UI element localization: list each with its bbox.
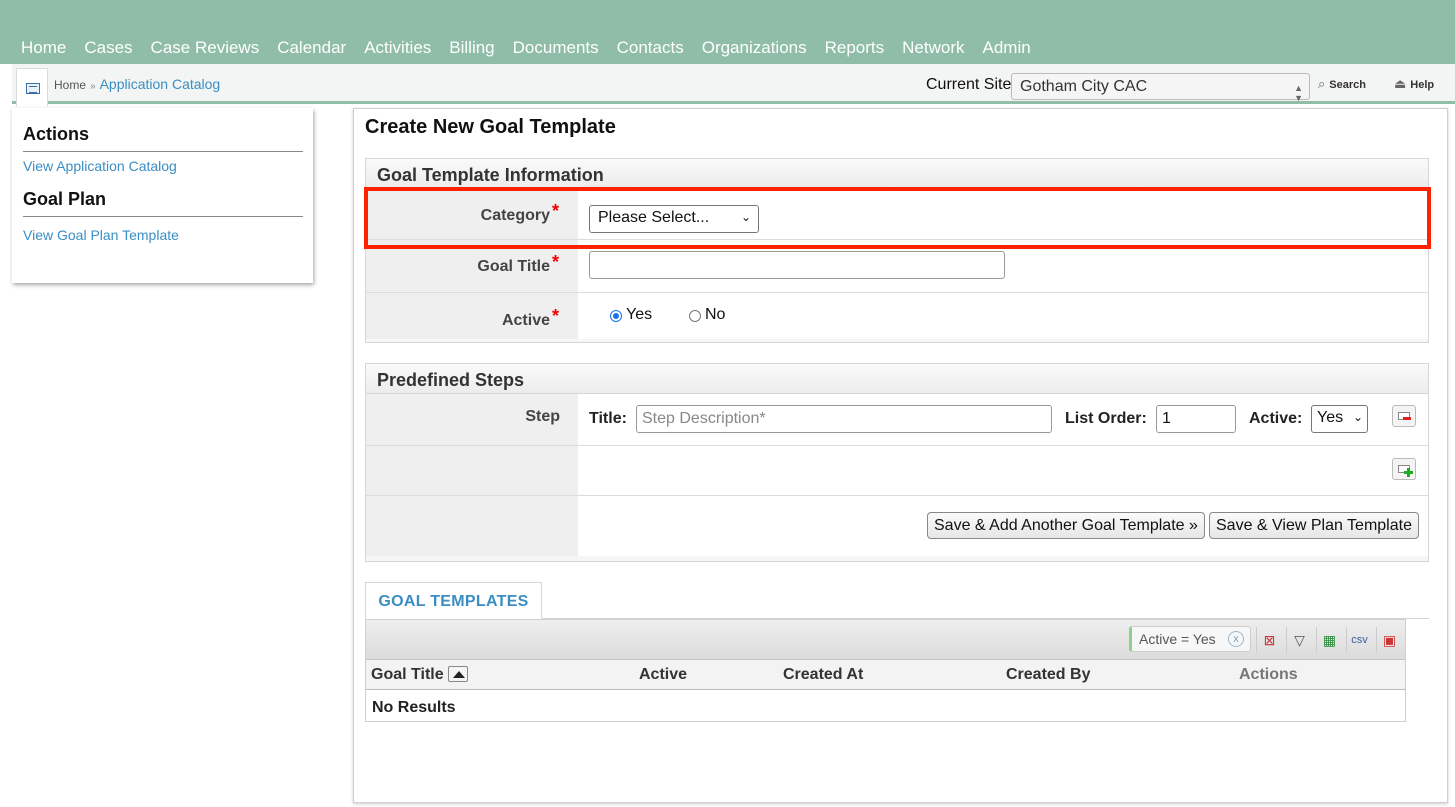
nav-organizations[interactable]: Organizations: [702, 38, 807, 58]
breadcrumb-separator: »: [90, 81, 96, 92]
help-icon: ⏏: [1394, 76, 1407, 91]
category-row: Category * Please Select... ⌄: [366, 189, 1428, 240]
column-goal-title[interactable]: Goal Title: [371, 665, 468, 684]
step-description-input[interactable]: Step Description*: [636, 405, 1052, 433]
window-icon: [26, 83, 40, 94]
no-results-message: No Results: [372, 699, 456, 716]
nav-contacts[interactable]: Contacts: [617, 38, 684, 58]
chevron-down-icon: ⌄: [1352, 410, 1363, 424]
add-step-row: [366, 446, 1428, 496]
search-icon: ⌕: [1318, 76, 1326, 91]
goal-template-information-section: Goal Template Information Category * Plea…: [365, 158, 1429, 343]
current-site-value: Gotham City CAC: [1020, 78, 1148, 95]
step-active-select[interactable]: Yes ⌄: [1311, 405, 1368, 433]
excel-export-icon[interactable]: ▦: [1316, 627, 1342, 653]
save-buttons-row: Save & Add Another Goal Template » Save …: [366, 496, 1428, 556]
view-goal-plan-template-link[interactable]: View Goal Plan Template: [23, 227, 179, 243]
breadcrumb-home[interactable]: Home: [54, 78, 86, 92]
help-link[interactable]: ⏏ Help: [1394, 76, 1434, 92]
goal-title-row: Goal Title *: [366, 240, 1428, 293]
required-marker: *: [551, 252, 559, 272]
column-created-by[interactable]: Created By: [1006, 666, 1090, 684]
breadcrumb-application-catalog[interactable]: Application Catalog: [100, 76, 221, 92]
step-active-label: Active:: [1249, 410, 1303, 427]
column-created-at[interactable]: Created At: [783, 666, 863, 684]
search-label: Search: [1329, 79, 1366, 91]
main-panel: Create New Goal Template Goal Template I…: [353, 108, 1448, 803]
nav-activities[interactable]: Activities: [364, 38, 431, 58]
actions-heading: Actions: [23, 124, 303, 152]
list-order-input[interactable]: 1: [1156, 405, 1236, 433]
nav-reports[interactable]: Reports: [825, 38, 885, 58]
current-site-label: Current Site: [926, 76, 1012, 93]
sidebar: Actions View Application Catalog Goal Pl…: [12, 108, 313, 283]
remove-filter-icon[interactable]: x: [1228, 631, 1244, 647]
grid-toolbar: Active = Yes x ⊠ ▽ ▦ csv ▣: [366, 620, 1405, 660]
category-value: Please Select...: [598, 209, 710, 226]
main-menu: Home Cases Case Reviews Calendar Activit…: [21, 38, 1049, 58]
search-link[interactable]: ⌕ Search: [1318, 76, 1366, 92]
step-title-label: Title:: [589, 410, 627, 427]
active-yes-radio[interactable]: [610, 310, 622, 322]
required-marker: *: [551, 201, 559, 221]
goal-templates-grid: Active = Yes x ⊠ ▽ ▦ csv ▣ Goal Title Ac…: [365, 619, 1406, 722]
step-active-value: Yes: [1317, 409, 1344, 426]
filter-chip-label: Active = Yes: [1139, 631, 1216, 647]
nav-cases[interactable]: Cases: [84, 38, 132, 58]
step-row: Step Title: Step Description* List Order…: [366, 394, 1428, 446]
view-application-catalog-link[interactable]: View Application Catalog: [23, 158, 177, 174]
breadcrumb-bar: Home » Application Catalog Current Site Go…: [12, 64, 1455, 106]
nav-calendar[interactable]: Calendar: [277, 38, 346, 58]
nav-billing[interactable]: Billing: [449, 38, 494, 58]
nav-network[interactable]: Network: [902, 38, 964, 58]
active-label: Active: [501, 312, 550, 329]
nav-admin[interactable]: Admin: [983, 38, 1031, 58]
category-select[interactable]: Please Select... ⌄: [589, 205, 759, 233]
goal-template-information-heading: Goal Template Information: [366, 159, 1428, 189]
predefined-steps-section: Predefined Steps Step Title: Step Descri…: [365, 363, 1429, 562]
breadcrumb: Home » Application Catalog: [54, 76, 220, 92]
remove-step-button[interactable]: [1392, 405, 1416, 427]
goal-plan-heading: Goal Plan: [23, 189, 303, 217]
pdf-export-icon[interactable]: ▣: [1376, 627, 1402, 653]
add-step-button[interactable]: [1392, 458, 1416, 480]
catalog-icon[interactable]: [16, 68, 48, 106]
goal-title-input[interactable]: [589, 251, 1005, 279]
nav-case-reviews[interactable]: Case Reviews: [151, 38, 260, 58]
goal-title-label: Goal Title: [477, 258, 550, 275]
help-label: Help: [1410, 79, 1435, 91]
list-order-label: List Order:: [1065, 410, 1147, 427]
nav-documents[interactable]: Documents: [513, 38, 599, 58]
active-yes-label[interactable]: Yes: [626, 306, 652, 324]
step-label: Step: [525, 408, 560, 425]
category-label: Category: [480, 207, 550, 224]
column-active[interactable]: Active: [639, 666, 687, 684]
csv-export-icon[interactable]: csv: [1346, 627, 1372, 653]
active-no-radio[interactable]: [689, 310, 701, 322]
save-view-plan-template-button[interactable]: Save & View Plan Template: [1209, 512, 1419, 539]
active-no-label[interactable]: No: [705, 306, 725, 324]
nav-home[interactable]: Home: [21, 38, 66, 58]
top-nav-bar: Home Cases Case Reviews Calendar Activit…: [0, 0, 1455, 64]
page-title: Create New Goal Template: [365, 116, 616, 138]
save-add-another-button[interactable]: Save & Add Another Goal Template »: [927, 512, 1205, 539]
chevron-down-icon: ⌄: [740, 210, 751, 224]
tab-goal-templates[interactable]: GOAL TEMPLATES: [365, 582, 542, 619]
minus-icon: [1403, 417, 1411, 420]
required-marker: *: [551, 306, 559, 326]
clear-filters-icon[interactable]: ⊠: [1256, 627, 1282, 653]
grid-header-row: Goal Title Active Created At Created By …: [366, 660, 1405, 690]
filter-icon[interactable]: ▽: [1286, 627, 1312, 653]
plus-icon: [1404, 468, 1413, 477]
active-filter-chip[interactable]: Active = Yes x: [1129, 626, 1251, 652]
predefined-steps-heading: Predefined Steps: [366, 364, 1428, 394]
dropdown-arrow-icon: ▲ ▼: [1294, 83, 1303, 103]
sort-ascending-icon[interactable]: [447, 665, 468, 682]
current-site-select[interactable]: Gotham City CAC ▲ ▼: [1011, 73, 1310, 103]
column-actions: Actions: [1239, 666, 1298, 683]
active-row: Active * Yes No: [366, 293, 1428, 339]
